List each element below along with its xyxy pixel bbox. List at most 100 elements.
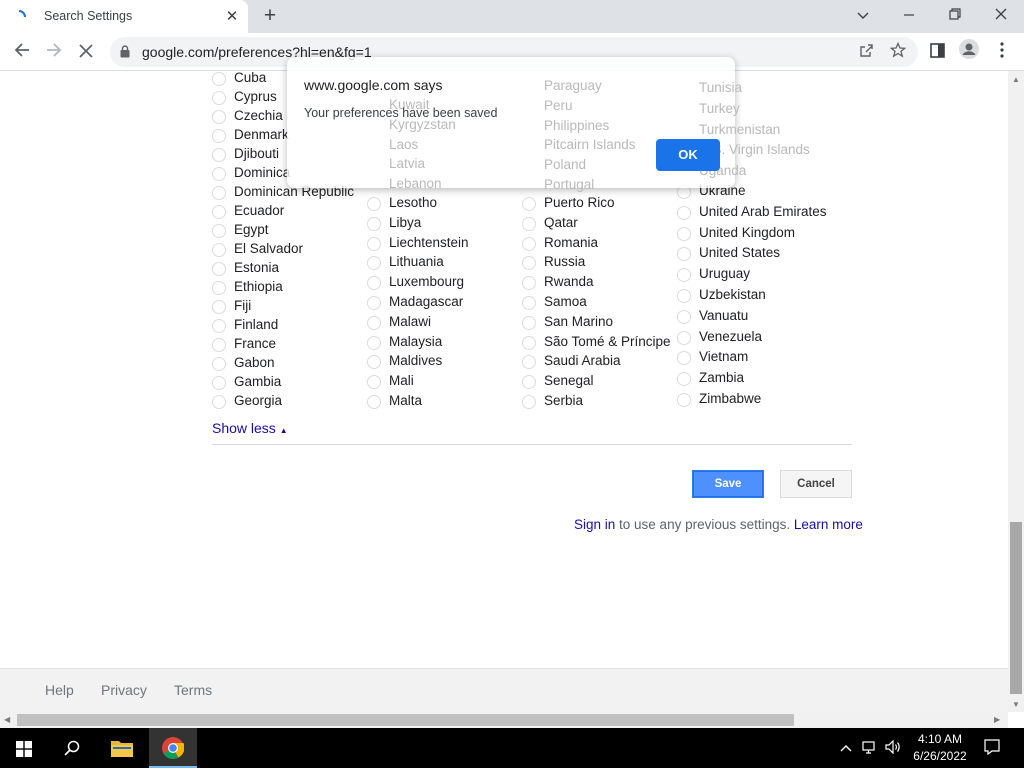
- radio-button[interactable]: [212, 338, 226, 352]
- vertical-scroll-thumb[interactable]: [1010, 522, 1022, 694]
- radio-button[interactable]: [212, 376, 226, 390]
- tab-search-settings[interactable]: Search Settings ✕: [0, 0, 248, 33]
- region-label: Saudi Arabia: [544, 353, 621, 369]
- profile-avatar-icon[interactable]: [956, 39, 982, 65]
- footer-help-link[interactable]: Help: [45, 682, 74, 698]
- cancel-button[interactable]: Cancel: [780, 470, 852, 498]
- region-label: Luxembourg: [389, 274, 465, 290]
- close-tab-icon[interactable]: ✕: [222, 7, 242, 27]
- region-label: Estonia: [234, 260, 280, 275]
- radio-button[interactable]: [367, 236, 381, 251]
- radio-button[interactable]: [212, 72, 226, 86]
- radio-button[interactable]: [212, 91, 226, 105]
- vertical-scrollbar[interactable]: ▲ ▼: [1008, 71, 1024, 712]
- radio-button[interactable]: [522, 315, 536, 330]
- radio-button[interactable]: [367, 276, 381, 291]
- region-label: Romania: [544, 234, 599, 250]
- radio-button[interactable]: [212, 148, 226, 162]
- tab-search-chevron-icon[interactable]: [850, 4, 876, 26]
- radio-button[interactable]: [522, 197, 536, 211]
- region-label: Fiji: [234, 298, 252, 313]
- radio-button[interactable]: [522, 395, 536, 409]
- side-panel-icon[interactable]: [924, 39, 950, 65]
- radio-button[interactable]: [677, 309, 691, 324]
- close-window-icon[interactable]: [988, 4, 1014, 26]
- region-label: Ethiopia: [234, 279, 283, 294]
- sign-in-link[interactable]: Sign in: [574, 517, 615, 532]
- radio-button[interactable]: [677, 289, 691, 303]
- scroll-left-icon[interactable]: ◀: [4, 715, 10, 724]
- radio-button[interactable]: [212, 319, 226, 333]
- radio-button[interactable]: [212, 186, 226, 200]
- radio-button[interactable]: [212, 357, 226, 371]
- radio-button[interactable]: [677, 205, 691, 220]
- footer-privacy-link[interactable]: Privacy: [101, 682, 147, 698]
- share-icon[interactable]: [853, 39, 879, 65]
- taskbar-clock[interactable]: 4:10 AM 6/26/2022: [906, 731, 974, 765]
- radio-button[interactable]: [522, 335, 536, 350]
- region-label: Uzbekistan: [699, 287, 766, 302]
- radio-button[interactable]: [212, 262, 226, 276]
- radio-button[interactable]: [367, 197, 381, 211]
- ok-button[interactable]: OK: [656, 139, 720, 171]
- radio-button[interactable]: [522, 276, 536, 291]
- more-menu-icon[interactable]: [989, 39, 1015, 65]
- radio-button[interactable]: [522, 355, 536, 370]
- show-less-link[interactable]: Show less ▲: [212, 420, 288, 436]
- radio-button[interactable]: [212, 395, 226, 409]
- radio-button[interactable]: [367, 395, 381, 409]
- scroll-up-icon[interactable]: ▲: [1012, 75, 1020, 84]
- scroll-down-icon[interactable]: ▼: [1012, 700, 1020, 709]
- radio-button[interactable]: [367, 315, 381, 330]
- windows-start-icon[interactable]: [0, 728, 48, 768]
- radio-button[interactable]: [677, 247, 691, 262]
- radio-button[interactable]: [367, 355, 381, 370]
- save-button[interactable]: Save: [692, 470, 764, 498]
- radio-button[interactable]: [367, 296, 381, 310]
- search-icon[interactable]: [48, 728, 96, 768]
- learn-more-link[interactable]: Learn more: [794, 517, 863, 532]
- scroll-right-icon[interactable]: ▶: [994, 715, 1000, 724]
- file-explorer-icon[interactable]: [98, 728, 146, 768]
- notification-icon[interactable]: [984, 739, 1000, 758]
- radio-button[interactable]: [212, 300, 226, 314]
- radio-button[interactable]: [212, 129, 226, 143]
- minimize-icon[interactable]: [896, 4, 922, 26]
- radio-button[interactable]: [367, 216, 381, 231]
- volume-icon[interactable]: [885, 739, 901, 757]
- region-label: Rwanda: [544, 274, 594, 290]
- radio-button[interactable]: [212, 110, 226, 124]
- restore-icon[interactable]: [942, 4, 968, 26]
- radio-button[interactable]: [522, 296, 536, 310]
- chevron-up-icon[interactable]: [840, 740, 852, 755]
- horizontal-scrollbar[interactable]: ◀ ▶: [0, 712, 1008, 728]
- radio-button[interactable]: [522, 236, 536, 251]
- chrome-taskbar-icon[interactable]: [149, 728, 197, 768]
- radio-button[interactable]: [367, 335, 381, 350]
- region-label: Gabon: [234, 355, 275, 370]
- horizontal-scroll-thumb[interactable]: [17, 714, 794, 726]
- radio-button[interactable]: [677, 330, 691, 345]
- radio-button[interactable]: [677, 351, 691, 366]
- radio-button[interactable]: [212, 224, 226, 238]
- radio-button[interactable]: [677, 268, 691, 283]
- radio-button[interactable]: [212, 243, 226, 257]
- radio-button[interactable]: [677, 226, 691, 241]
- forward-arrow-icon[interactable]: [41, 39, 67, 65]
- bookmark-star-icon[interactable]: [885, 39, 911, 65]
- back-arrow-icon[interactable]: [9, 39, 35, 65]
- radio-button[interactable]: [212, 205, 226, 219]
- radio-button[interactable]: [367, 375, 381, 390]
- footer-terms-link[interactable]: Terms: [174, 682, 212, 698]
- radio-button[interactable]: [522, 375, 536, 390]
- radio-button[interactable]: [522, 216, 536, 231]
- radio-button[interactable]: [212, 281, 226, 295]
- network-icon[interactable]: [862, 740, 878, 757]
- radio-button[interactable]: [367, 256, 381, 271]
- stop-loading-icon[interactable]: [73, 39, 99, 65]
- radio-button[interactable]: [677, 393, 691, 407]
- radio-button[interactable]: [212, 167, 226, 181]
- radio-button[interactable]: [677, 372, 691, 387]
- radio-button[interactable]: [522, 256, 536, 271]
- new-tab-icon[interactable]: +: [258, 5, 282, 29]
